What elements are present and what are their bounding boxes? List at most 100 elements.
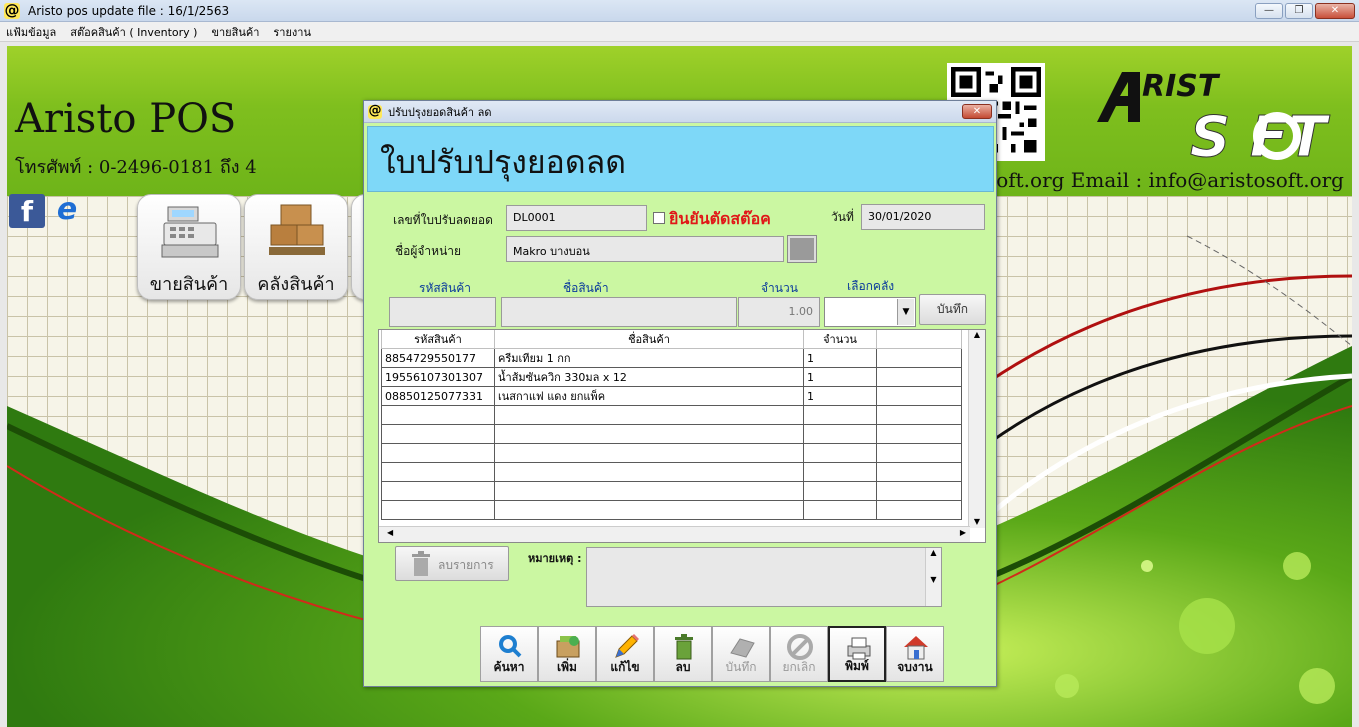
window-title: Aristo pos update file : 16/1/2563 bbox=[28, 3, 230, 18]
search-button-label: ค้นหา bbox=[493, 660, 525, 674]
aristosoft-logo: RIST S FT bbox=[1097, 69, 1331, 164]
pencil-icon bbox=[615, 634, 639, 658]
entry-name-label: ชื่อสินค้า bbox=[563, 281, 609, 295]
trash-icon bbox=[412, 551, 430, 576]
search-button[interactable]: ค้นหา bbox=[480, 626, 538, 682]
cell-extra[interactable] bbox=[876, 386, 962, 406]
facebook-icon[interactable]: f bbox=[9, 194, 45, 228]
internet-explorer-icon[interactable]: e bbox=[49, 194, 85, 228]
delete-item-label: ลบรายการ bbox=[438, 558, 494, 572]
entry-code-input[interactable] bbox=[389, 297, 496, 327]
print-button-label: พิมพ์ bbox=[845, 659, 869, 673]
add-button[interactable]: เพิ่ม bbox=[538, 626, 596, 682]
table-row[interactable]: 8854729550177 ครีมเทียม 1 กก 1 bbox=[381, 348, 962, 368]
cell-code[interactable]: 8854729550177 bbox=[381, 348, 495, 368]
cell-extra[interactable] bbox=[876, 367, 962, 387]
cell-name[interactable]: ครีมเทียม 1 กก bbox=[494, 348, 804, 368]
tile-inventory-label: คลังสินค้า bbox=[257, 274, 335, 295]
dialog-titlebar: @ ปรับปรุงยอดสินค้า ลด bbox=[364, 101, 996, 123]
edit-button-label: แก้ไข bbox=[610, 660, 640, 674]
vendor-field[interactable]: Makro บางบอน bbox=[506, 236, 784, 262]
delete-item-button[interactable]: ลบรายการ bbox=[395, 546, 509, 581]
table-row-empty[interactable] bbox=[381, 462, 962, 482]
entry-qty-label: จำนวน bbox=[761, 281, 798, 295]
scroll-left-icon[interactable]: ◀ bbox=[387, 528, 393, 537]
remark-textarea[interactable]: ▲ ▼ bbox=[586, 547, 942, 607]
dialog-banner: ใบปรับปรุงยอดลด bbox=[367, 126, 994, 192]
app-icon: @ bbox=[4, 0, 20, 19]
add-icon bbox=[556, 636, 580, 658]
column-header-extra[interactable] bbox=[876, 330, 962, 349]
menu-bar: แฟ้มข้อมูล สต๊อคสินค้า ( Inventory ) ขาย… bbox=[0, 22, 1359, 42]
menu-reports[interactable]: รายงาน bbox=[273, 23, 311, 41]
exit-button[interactable]: จบงาน bbox=[886, 626, 944, 682]
tile-sales[interactable]: ขายสินค้า bbox=[137, 194, 241, 300]
trash-icon bbox=[675, 634, 693, 660]
save-button-label: บันทึก bbox=[725, 660, 757, 674]
cell-qty[interactable]: 1 bbox=[803, 367, 877, 387]
table-row-empty[interactable] bbox=[381, 443, 962, 463]
home-icon bbox=[904, 636, 928, 660]
column-header-code[interactable]: รหัสสินค้า bbox=[381, 330, 495, 349]
edit-button[interactable]: แก้ไข bbox=[596, 626, 654, 682]
vendor-label: ชื่อผู้จำหน่าย bbox=[395, 244, 462, 258]
vendor-picker-button[interactable] bbox=[787, 235, 817, 263]
cell-name[interactable]: น้ำส้มซันควิก 330มล x 12 bbox=[494, 367, 804, 387]
cell-code[interactable]: 19556107301307 bbox=[381, 367, 495, 387]
table-row[interactable]: 19556107301307 น้ำส้มซันควิก 330มล x 12 … bbox=[381, 367, 962, 387]
scroll-up-icon[interactable]: ▲ bbox=[969, 330, 985, 339]
scroll-down-icon[interactable]: ▼ bbox=[969, 517, 985, 526]
entry-save-button[interactable]: บันทึก bbox=[919, 294, 986, 325]
dialog-close-button[interactable]: ✕ bbox=[962, 104, 992, 119]
cell-extra[interactable] bbox=[876, 348, 962, 368]
menu-inventory[interactable]: สต๊อคสินค้า ( Inventory ) bbox=[70, 23, 197, 41]
save-button[interactable]: บันทึก bbox=[712, 626, 770, 682]
scroll-right-icon[interactable]: ▶ bbox=[960, 528, 966, 537]
grid-vertical-scrollbar[interactable]: ▲ ▼ bbox=[968, 330, 985, 528]
print-button[interactable]: พิมพ์ bbox=[828, 626, 886, 682]
menu-file[interactable]: แฟ้มข้อมูล bbox=[6, 23, 56, 41]
table-row-empty[interactable] bbox=[381, 405, 962, 425]
grid-horizontal-scrollbar[interactable]: ◀ ▶ bbox=[379, 526, 970, 542]
add-button-label: เพิ่ม bbox=[557, 660, 577, 674]
table-row-empty[interactable] bbox=[381, 424, 962, 444]
boxes-icon bbox=[269, 204, 325, 255]
date-field[interactable]: 30/01/2020 bbox=[861, 204, 985, 230]
action-toolbar: ค้นหา เพิ่ม แก้ไข ลบ บันทึก ยกเลิก พิมพ์ bbox=[480, 626, 944, 682]
cancel-button-label: ยกเลิก bbox=[782, 660, 816, 674]
menu-sales[interactable]: ขายสินค้า bbox=[211, 23, 259, 41]
minimize-button[interactable]: — bbox=[1255, 3, 1283, 19]
restore-button[interactable]: ❐ bbox=[1285, 3, 1313, 19]
tile-inventory[interactable]: คลังสินค้า bbox=[244, 194, 348, 300]
chevron-down-icon[interactable]: ▼ bbox=[897, 299, 914, 325]
tile-sales-label: ขายสินค้า bbox=[149, 274, 229, 295]
close-button[interactable]: ✕ bbox=[1315, 3, 1355, 19]
cell-qty[interactable]: 1 bbox=[803, 348, 877, 368]
remark-scrollbar[interactable]: ▲ ▼ bbox=[925, 548, 941, 606]
date-label: วันที่ bbox=[831, 210, 854, 224]
cancel-button[interactable]: ยกเลิก bbox=[770, 626, 828, 682]
doc-no-label: เลขที่ใบปรับลดยอด bbox=[393, 213, 493, 227]
banner-title: ใบปรับปรุงยอดลด bbox=[380, 143, 627, 181]
entry-qty-input[interactable]: 1.00 bbox=[738, 297, 820, 327]
warehouse-select[interactable]: ▼ bbox=[824, 297, 916, 327]
save-icon bbox=[730, 638, 755, 658]
confirm-stock-checkbox[interactable] bbox=[653, 212, 665, 224]
delete-button[interactable]: ลบ bbox=[654, 626, 712, 682]
entry-name-input[interactable] bbox=[501, 297, 737, 327]
cell-qty[interactable]: 1 bbox=[803, 386, 877, 406]
column-header-qty[interactable]: จำนวน bbox=[803, 330, 877, 349]
dialog-app-icon: @ bbox=[368, 102, 382, 119]
dialog-title: ปรับปรุงยอดสินค้า ลด bbox=[388, 105, 492, 119]
cell-name[interactable]: เนสกาแฟ แดง ยกแพ็ค bbox=[494, 386, 804, 406]
cell-code[interactable]: 08850125077331 bbox=[381, 386, 495, 406]
items-grid[interactable]: รหัสสินค้า ชื่อสินค้า จำนวน 885472955017… bbox=[378, 329, 986, 543]
brand-title: Aristo POS bbox=[15, 96, 237, 142]
cash-register-icon bbox=[161, 206, 219, 258]
column-header-name[interactable]: ชื่อสินค้า bbox=[494, 330, 804, 349]
table-row[interactable]: 08850125077331 เนสกาแฟ แดง ยกแพ็ค 1 bbox=[381, 386, 962, 406]
table-row-empty[interactable] bbox=[381, 481, 962, 501]
doc-no-field[interactable]: DL0001 bbox=[506, 205, 647, 231]
table-row-empty[interactable] bbox=[381, 500, 962, 520]
exit-button-label: จบงาน bbox=[897, 660, 933, 674]
